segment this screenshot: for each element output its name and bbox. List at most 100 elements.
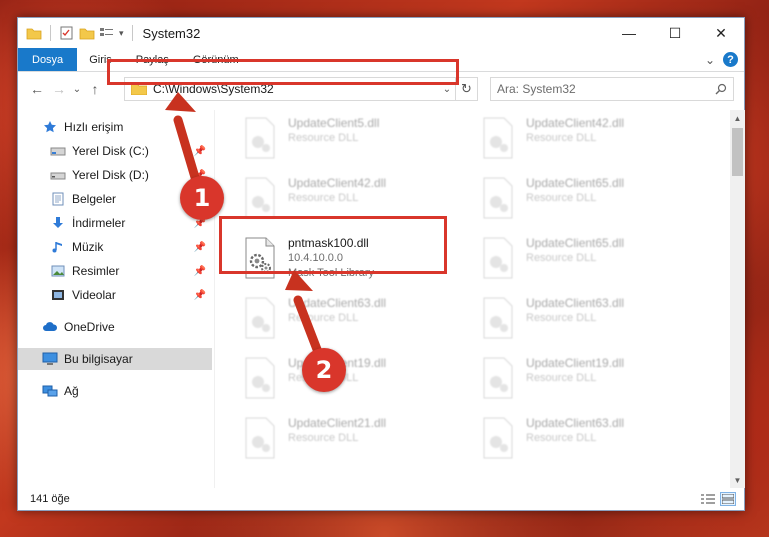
address-dropdown-icon[interactable]: ⌄ xyxy=(439,84,455,95)
sidebar-item-downloads[interactable]: İndirmeler 📌 xyxy=(18,212,212,234)
file-type: Resource DLL xyxy=(288,192,359,204)
file-name: UpdateClient21.dll xyxy=(288,416,387,430)
scroll-thumb[interactable] xyxy=(732,128,743,176)
file-item[interactable]: UpdateClient19.dllResource DLL xyxy=(238,356,474,404)
file-item[interactable]: UpdateClient63.dll Resource DLL xyxy=(476,416,712,464)
search-placeholder: Ara: System32 xyxy=(497,82,576,96)
file-name: UpdateClient65.dll xyxy=(526,236,625,250)
quick-access-toolbar: ▾ xyxy=(18,25,137,41)
sidebar-item-label: Belgeler xyxy=(72,192,117,206)
file-item[interactable]: UpdateClient19.dllResource DLL xyxy=(476,356,712,404)
tab-share[interactable]: Paylaş xyxy=(124,48,181,71)
tiles-view-icon[interactable] xyxy=(720,492,736,506)
maximize-button[interactable]: ☐ xyxy=(652,18,698,48)
sidebar-item-label: Bu bilgisayar xyxy=(64,352,133,366)
tab-home[interactable]: Giriş xyxy=(77,48,124,71)
file-item[interactable]: UpdateClient63.dll Resource DLL xyxy=(476,296,712,344)
file-name: UpdateClient63.dll xyxy=(288,296,387,310)
file-type: Resource DLL xyxy=(526,432,597,444)
sidebar-item-label: Ağ xyxy=(64,384,79,398)
scroll-down-icon[interactable]: ▼ xyxy=(730,472,745,488)
file-type: Resource DLL xyxy=(288,312,359,324)
file-item[interactable]: UpdateClient42.dll Resource DLL xyxy=(476,116,712,164)
dll-file-icon xyxy=(245,177,275,219)
dll-file-icon xyxy=(483,297,513,339)
sidebar-item-local-disk-c[interactable]: Yerel Disk (C:) 📌 xyxy=(18,140,212,162)
toolbar-divider xyxy=(50,25,51,41)
details-view-icon[interactable] xyxy=(700,492,716,506)
file-name: UpdateClient63.dll xyxy=(526,416,625,430)
tab-file[interactable]: Dosya xyxy=(18,48,78,71)
videos-icon xyxy=(50,288,66,302)
sidebar-item-this-pc[interactable]: Bu bilgisayar xyxy=(18,348,212,370)
pin-icon[interactable]: 📌 xyxy=(194,290,206,301)
cloud-icon xyxy=(42,320,58,334)
address-bar[interactable]: C:\Windows\System32 ⌄ ↻ xyxy=(124,77,478,101)
pin-icon[interactable]: 📌 xyxy=(194,146,206,157)
dll-file-icon xyxy=(483,117,513,159)
forward-button[interactable]: → xyxy=(48,81,70,97)
sidebar-item-label: İndirmeler xyxy=(72,216,126,230)
step-1-badge: 1 xyxy=(180,176,224,220)
sidebar-item-onedrive[interactable]: OneDrive xyxy=(18,316,212,338)
dll-file-icon xyxy=(245,237,275,279)
pin-icon[interactable]: 📌 xyxy=(194,242,206,253)
back-button[interactable]: ← xyxy=(26,81,48,97)
file-item[interactable]: UpdateClient63.dll Resource DLL xyxy=(238,296,474,344)
file-name: pntmask100.dll xyxy=(288,236,369,250)
refresh-button[interactable]: ↻ xyxy=(455,78,477,100)
file-name: UpdateClient19.dll xyxy=(526,356,625,370)
documents-icon xyxy=(50,192,66,206)
sidebar-item-pictures[interactable]: Resimler 📌 xyxy=(18,260,212,282)
file-item[interactable]: UpdateClient21.dll Resource DLL xyxy=(238,416,474,464)
window-title: System32 xyxy=(142,25,201,41)
file-item[interactable]: UpdateClient65.dll Resource DLL xyxy=(476,236,712,284)
sidebar-item-videos[interactable]: Videolar 📌 xyxy=(18,284,212,306)
sidebar-item-music[interactable]: Müzik 📌 xyxy=(18,236,212,258)
sidebar-item-local-disk-d[interactable]: Yerel Disk (D:) 📌 xyxy=(18,164,212,186)
sidebar-item-label: Resimler xyxy=(72,264,120,278)
dll-file-icon xyxy=(483,357,513,399)
customize-toolbar-icon[interactable]: ▾ xyxy=(119,28,124,39)
music-icon xyxy=(50,240,66,254)
file-explorer-window: ▾ System32 — ☐ ✕ Dosya Giriş Paylaş Görü… xyxy=(17,17,745,511)
expand-ribbon-icon[interactable]: ⌄ xyxy=(705,53,715,67)
file-item[interactable]: UpdateClient42.dll Resource DLL xyxy=(238,176,474,224)
address-path[interactable]: C:\Windows\System32 xyxy=(153,82,439,96)
ribbon-tabs: Dosya Giriş Paylaş Görünüm ⌄ ? xyxy=(18,48,744,72)
sidebar-item-label: Hızlı erişim xyxy=(64,120,124,134)
sidebar-item-label: Yerel Disk (D:) xyxy=(72,168,149,182)
sidebar-item-quick-access[interactable]: Hızlı erişim xyxy=(18,116,212,138)
file-type: Resource DLL xyxy=(526,312,597,324)
drive-icon xyxy=(50,168,66,182)
view-options-icon[interactable] xyxy=(99,26,115,40)
sidebar-item-label: OneDrive xyxy=(64,320,115,334)
file-name: UpdateClient63.dll xyxy=(526,296,625,310)
pin-icon[interactable]: 📌 xyxy=(194,266,206,277)
folder-icon xyxy=(131,83,147,95)
dll-file-icon xyxy=(245,297,275,339)
search-box[interactable]: Ara: System32 xyxy=(490,77,734,101)
search-icon[interactable] xyxy=(715,83,727,95)
properties-icon[interactable] xyxy=(59,26,75,40)
file-type: Resource DLL xyxy=(526,252,597,264)
vertical-scrollbar[interactable]: ▲ ▼ xyxy=(730,110,745,488)
close-button[interactable]: ✕ xyxy=(698,18,744,48)
file-item-pntmask100[interactable]: pntmask100.dll 10.4.10.0.0 Mask Tool Lib… xyxy=(238,236,474,284)
file-list: UpdateClient5.dll Resource DLL UpdateClie… xyxy=(216,110,730,488)
file-item[interactable]: UpdateClient65.dll Resource DLL xyxy=(476,176,712,224)
file-name: UpdateClient65.dll xyxy=(526,176,625,190)
up-button[interactable]: ↑ xyxy=(84,81,106,97)
minimize-button[interactable]: — xyxy=(606,18,652,48)
sidebar-item-network[interactable]: Ağ xyxy=(18,380,212,402)
file-type: Resource DLL xyxy=(288,132,359,144)
tab-view[interactable]: Görünüm xyxy=(181,48,251,71)
view-toggle xyxy=(700,492,744,506)
computer-icon xyxy=(42,352,58,366)
new-folder-icon[interactable] xyxy=(79,26,95,40)
recent-locations-button[interactable]: ⌄ xyxy=(70,84,84,95)
sidebar-item-label: Yerel Disk (C:) xyxy=(72,144,149,158)
scroll-up-icon[interactable]: ▲ xyxy=(730,110,745,126)
help-icon[interactable]: ? xyxy=(723,52,738,67)
file-item[interactable]: UpdateClient5.dll Resource DLL xyxy=(238,116,474,164)
